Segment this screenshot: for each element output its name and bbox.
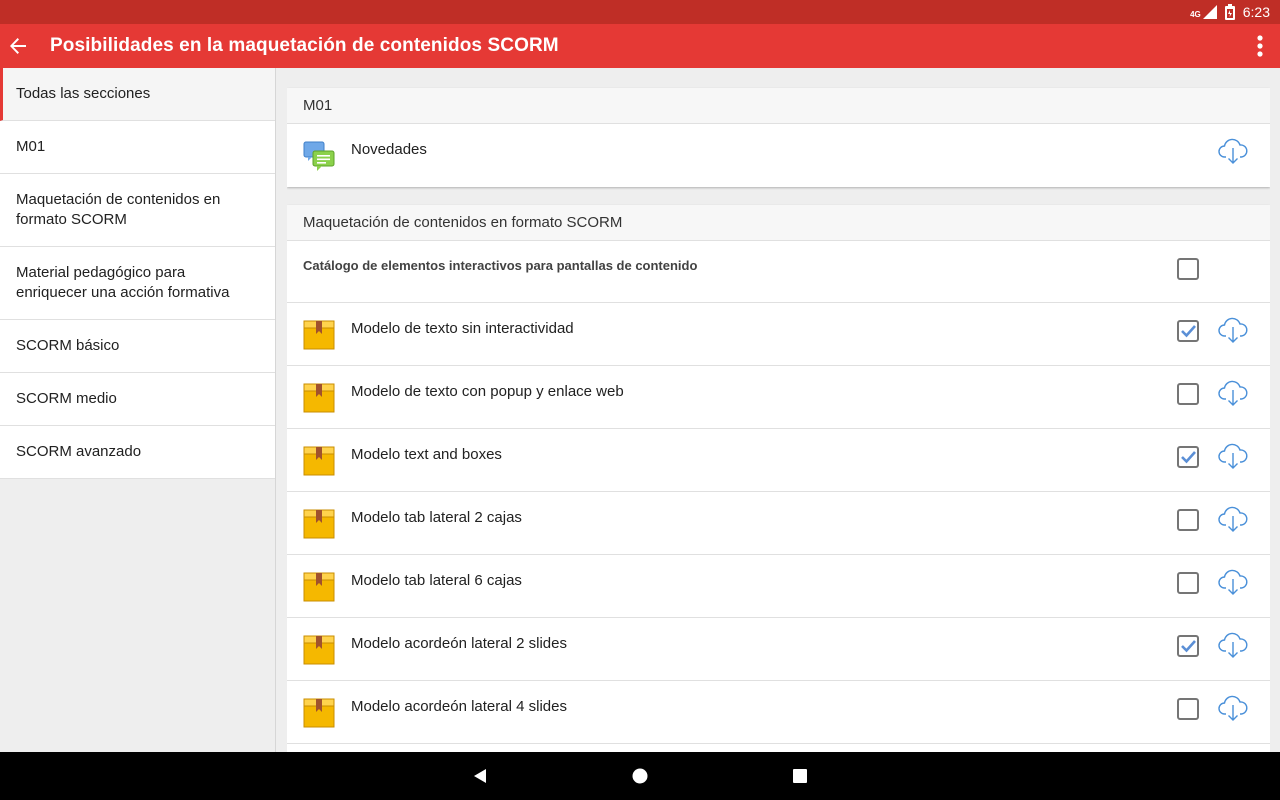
triangle-back-icon <box>474 769 486 783</box>
section-header: M01 <box>287 88 1270 124</box>
nav-home-button[interactable] <box>620 756 660 796</box>
section-card-maquetacion: Maquetación de contenidos en formato SCO… <box>287 205 1270 752</box>
sidebar-item-label: M01 <box>16 138 46 155</box>
app-bar: Posibilidades en la maquetación de conte… <box>0 24 1280 68</box>
cloud-download-icon[interactable] <box>1218 505 1248 533</box>
module-row[interactable]: Modelo acordeón lateral 4 slides <box>287 681 1270 744</box>
sidebar-item-scorm-medio[interactable]: SCORM medio <box>0 373 275 426</box>
cloud-download-icon[interactable] <box>1218 379 1248 407</box>
module-label: Modelo acordeón lateral 2 slides <box>351 635 567 652</box>
section-card-m01: M01 Novedades <box>287 88 1270 187</box>
sidebar-item-label: Todas las secciones <box>16 85 151 102</box>
module-row[interactable]: Modelo de texto sin interactividad <box>287 303 1270 366</box>
module-label: Modelo text and boxes <box>351 446 502 463</box>
sidebar-item-maquetacion[interactable]: Maquetación de contenidos en formato SCO… <box>0 174 275 247</box>
back-button[interactable] <box>2 24 34 68</box>
checkbox-checked[interactable] <box>1176 634 1200 658</box>
checkbox-unchecked[interactable] <box>1176 508 1200 532</box>
module-row[interactable]: Modelo acordeón lateral 2 slides <box>287 618 1270 681</box>
sidebar-item-label: Maquetación de contenidos en formato SCO… <box>16 191 221 228</box>
sidebar-item-m01[interactable]: M01 <box>0 121 275 174</box>
arrow-left-icon <box>10 38 26 54</box>
cloud-download-icon[interactable] <box>1218 442 1248 470</box>
cloud-download-icon[interactable] <box>1218 568 1248 596</box>
more-options-button[interactable] <box>1240 24 1280 68</box>
package-icon <box>303 320 335 350</box>
module-label: Modelo de texto sin interactividad <box>351 320 574 337</box>
module-row[interactable]: Modelo tab lateral 6 cajas <box>287 555 1270 618</box>
package-icon <box>303 383 335 413</box>
circle-home-icon <box>632 768 648 784</box>
signal-indicator: 4G <box>1190 5 1217 19</box>
module-label: Novedades <box>351 141 427 158</box>
module-row-partial <box>287 744 1270 752</box>
module-row[interactable]: Novedades <box>287 124 1270 187</box>
module-label: Modelo tab lateral 2 cajas <box>351 509 522 526</box>
module-label: Modelo de texto con popup y enlace web <box>351 383 624 400</box>
module-row[interactable]: Modelo text and boxes <box>287 429 1270 492</box>
sidebar-item-scorm-avanzado[interactable]: SCORM avanzado <box>0 426 275 479</box>
square-recents-icon <box>793 769 807 783</box>
label-row: Catálogo de elementos interactivos para … <box>287 241 1270 303</box>
page-title: Posibilidades en la maquetación de conte… <box>50 35 559 56</box>
sidebar-item-label: SCORM básico <box>16 337 120 354</box>
clock: 6:23 <box>1242 4 1270 20</box>
module-row[interactable]: Modelo tab lateral 2 cajas <box>287 492 1270 555</box>
main-content: M01 Novedades Maquetación de contenidos … <box>287 68 1270 752</box>
package-icon <box>303 572 335 602</box>
sidebar-item-label: SCORM medio <box>16 390 117 407</box>
system-navigation-bar <box>0 752 1280 800</box>
sidebar-item-all-sections[interactable]: Todas las secciones <box>0 68 275 121</box>
cloud-download-icon[interactable] <box>1218 694 1248 722</box>
checkbox-unchecked[interactable] <box>1176 571 1200 595</box>
sidebar-item-label: SCORM avanzado <box>16 443 142 460</box>
package-icon <box>303 446 335 476</box>
package-icon <box>303 698 335 728</box>
sidebar-item-scorm-basico[interactable]: SCORM básico <box>0 320 275 373</box>
module-label: Catálogo de elementos interactivos para … <box>303 258 698 273</box>
cloud-download-icon[interactable] <box>1218 631 1248 659</box>
module-label: Modelo tab lateral 6 cajas <box>351 572 522 589</box>
status-bar: 4G 6:23 <box>0 0 1280 24</box>
checkbox-unchecked[interactable] <box>1176 257 1200 281</box>
package-icon <box>303 509 335 539</box>
cloud-download-icon[interactable] <box>1218 316 1248 344</box>
module-row[interactable]: Modelo de texto con popup y enlace web <box>287 366 1270 429</box>
checkbox-checked[interactable] <box>1176 445 1200 469</box>
checkbox-checked[interactable] <box>1176 319 1200 343</box>
signal-icon <box>1202 5 1217 19</box>
section-header: Maquetación de contenidos en formato SCO… <box>287 205 1270 241</box>
checkbox-unchecked[interactable] <box>1176 382 1200 406</box>
package-icon <box>303 635 335 665</box>
nav-recents-button[interactable] <box>780 756 820 796</box>
cloud-download-icon[interactable] <box>1218 137 1248 165</box>
network-type: 4G <box>1190 10 1201 19</box>
sidebar-item-label: Material pedagógico para enriquecer una … <box>16 264 230 301</box>
forum-icon <box>303 141 335 171</box>
battery-icon <box>1224 4 1235 20</box>
sections-sidebar: Todas las secciones M01 Maquetación de c… <box>0 68 276 752</box>
module-label: Modelo acordeón lateral 4 slides <box>351 698 567 715</box>
checkbox-unchecked[interactable] <box>1176 697 1200 721</box>
sidebar-item-material-pedagogico[interactable]: Material pedagógico para enriquecer una … <box>0 247 275 320</box>
nav-back-button[interactable] <box>460 756 500 796</box>
more-vertical-icon <box>1257 35 1263 57</box>
